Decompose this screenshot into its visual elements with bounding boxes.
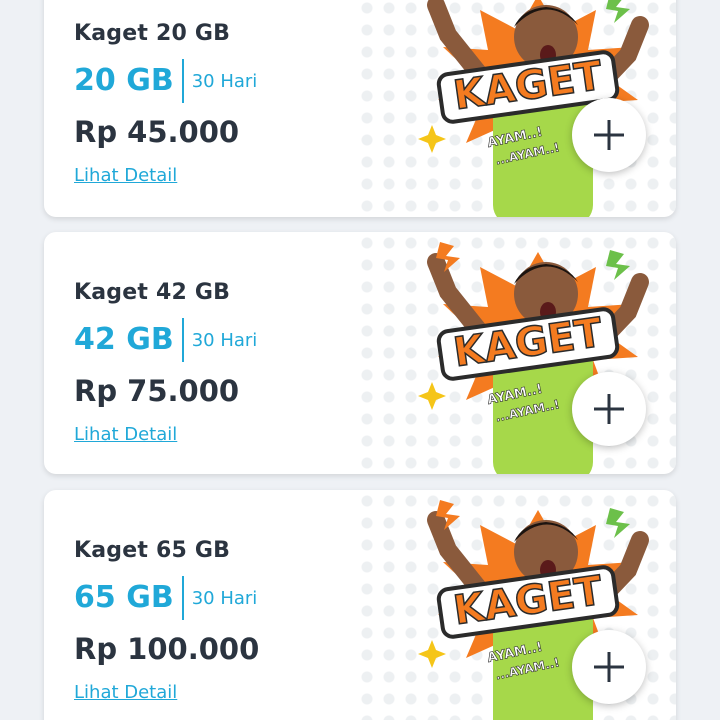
package-name: Kaget 65 GB <box>74 538 231 563</box>
package-quota: 20 GB <box>74 63 174 98</box>
package-quota: 42 GB <box>74 322 174 357</box>
add-package-button[interactable] <box>572 630 646 704</box>
lightning-icon <box>606 250 630 280</box>
package-card[interactable]: Kaget 20 GB 20 GB 30 Hari Rp 45.000 Liha… <box>44 0 676 217</box>
package-info: Kaget 65 GB 65 GB 30 Hari Rp 100.000 Lih… <box>74 490 374 720</box>
plus-icon <box>594 120 624 150</box>
quota-divider <box>181 59 184 103</box>
detail-link[interactable]: Lihat Detail <box>74 682 177 703</box>
lightning-icon <box>606 508 630 538</box>
lightning-icon <box>606 0 630 23</box>
plus-icon <box>594 394 624 424</box>
quota-divider <box>181 576 184 620</box>
add-package-button[interactable] <box>572 372 646 446</box>
sparkle-icon <box>418 640 446 668</box>
package-validity: 30 Hari <box>191 329 258 351</box>
sparkle-icon <box>418 382 446 410</box>
package-validity: 30 Hari <box>191 70 258 92</box>
package-card[interactable]: Kaget 42 GB 42 GB 30 Hari Rp 75.000 Liha… <box>44 232 676 474</box>
plus-icon <box>594 652 624 682</box>
package-info: Kaget 20 GB 20 GB 30 Hari Rp 45.000 Liha… <box>74 0 374 217</box>
package-price: Rp 100.000 <box>74 632 260 666</box>
quota-divider <box>181 318 184 362</box>
package-price: Rp 45.000 <box>74 115 240 149</box>
package-card[interactable]: Kaget 65 GB 65 GB 30 Hari Rp 100.000 Lih… <box>44 490 676 720</box>
sparkle-icon <box>418 125 446 153</box>
detail-link[interactable]: Lihat Detail <box>74 424 177 445</box>
quota-row: 20 GB 30 Hari <box>74 59 257 103</box>
package-name: Kaget 20 GB <box>74 21 231 46</box>
package-quota: 65 GB <box>74 580 174 615</box>
package-info: Kaget 42 GB 42 GB 30 Hari Rp 75.000 Liha… <box>74 232 374 474</box>
quota-row: 65 GB 30 Hari <box>74 576 257 620</box>
package-validity: 30 Hari <box>191 587 258 609</box>
detail-link[interactable]: Lihat Detail <box>74 165 177 186</box>
quota-row: 42 GB 30 Hari <box>74 318 257 362</box>
package-name: Kaget 42 GB <box>74 280 231 305</box>
package-price: Rp 75.000 <box>74 374 240 408</box>
add-package-button[interactable] <box>572 98 646 172</box>
